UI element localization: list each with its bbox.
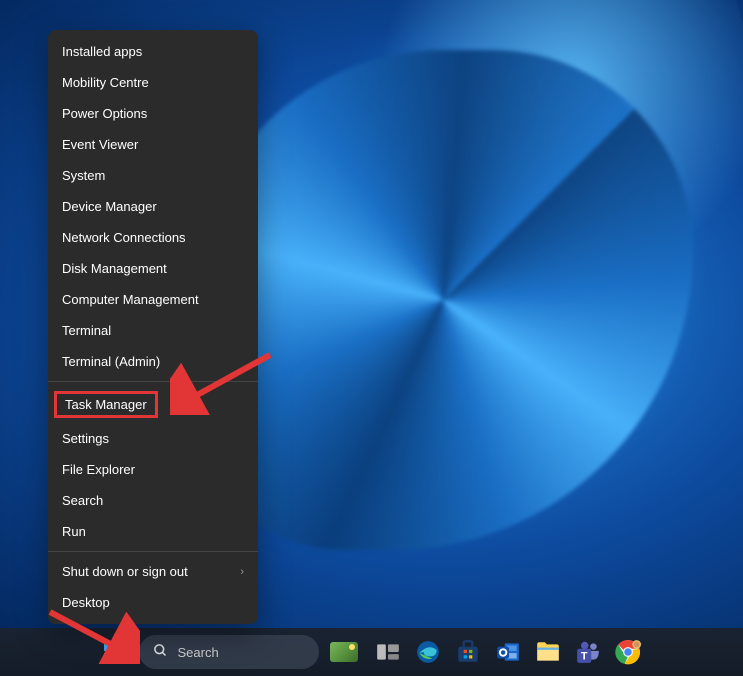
- file-explorer-icon[interactable]: [529, 633, 567, 671]
- search-icon: [153, 643, 168, 661]
- menu-item-terminal[interactable]: Terminal: [48, 315, 258, 346]
- taskbar-search[interactable]: Search: [139, 635, 319, 669]
- menu-separator: [48, 551, 258, 552]
- windows-logo-icon: [104, 641, 126, 663]
- menu-item-label: Desktop: [62, 595, 110, 610]
- start-button[interactable]: [97, 634, 133, 670]
- menu-item-label: Shut down or sign out: [62, 564, 188, 579]
- menu-item-computer-management[interactable]: Computer Management: [48, 284, 258, 315]
- menu-item-device-manager[interactable]: Device Manager: [48, 191, 258, 222]
- microsoft-store-icon[interactable]: [449, 633, 487, 671]
- menu-item-label: Terminal (Admin): [62, 354, 160, 369]
- menu-item-label: Settings: [62, 431, 109, 446]
- menu-item-installed-apps[interactable]: Installed apps: [48, 36, 258, 67]
- menu-item-label: Terminal: [62, 323, 111, 338]
- menu-item-power-options[interactable]: Power Options: [48, 98, 258, 129]
- menu-item-search[interactable]: Search: [48, 485, 258, 516]
- menu-item-file-explorer[interactable]: File Explorer: [48, 454, 258, 485]
- teams-icon[interactable]: T: [569, 633, 607, 671]
- menu-item-label: Run: [62, 524, 86, 539]
- chrome-icon[interactable]: [609, 633, 647, 671]
- chevron-right-icon: ›: [240, 566, 244, 578]
- menu-item-label: Event Viewer: [62, 137, 138, 152]
- edge-icon[interactable]: [409, 633, 447, 671]
- menu-item-label: Power Options: [62, 106, 147, 121]
- menu-item-task-manager[interactable]: Task Manager: [48, 386, 258, 423]
- menu-item-label: Device Manager: [62, 199, 157, 214]
- menu-item-label: Computer Management: [62, 292, 199, 307]
- svg-text:T: T: [580, 651, 587, 663]
- menu-item-run[interactable]: Run: [48, 516, 258, 547]
- winx-context-menu: Installed apps Mobility Centre Power Optio…: [48, 30, 258, 624]
- taskbar: Search T: [0, 628, 743, 676]
- menu-item-network-connections[interactable]: Network Connections: [48, 222, 258, 253]
- menu-item-label: Disk Management: [62, 261, 167, 276]
- task-view-icon[interactable]: [369, 633, 407, 671]
- menu-item-desktop[interactable]: Desktop: [48, 587, 258, 618]
- menu-item-disk-management[interactable]: Disk Management: [48, 253, 258, 284]
- menu-item-label: Search: [62, 493, 103, 508]
- menu-item-label: File Explorer: [62, 462, 135, 477]
- menu-item-label: Installed apps: [62, 44, 142, 59]
- menu-item-system[interactable]: System: [48, 160, 258, 191]
- menu-item-label: System: [62, 168, 105, 183]
- menu-separator: [48, 381, 258, 382]
- outlook-icon[interactable]: [489, 633, 527, 671]
- menu-item-terminal-admin[interactable]: Terminal (Admin): [48, 346, 258, 377]
- widgets-button[interactable]: [325, 633, 363, 671]
- menu-item-event-viewer[interactable]: Event Viewer: [48, 129, 258, 160]
- menu-item-mobility-centre[interactable]: Mobility Centre: [48, 67, 258, 98]
- menu-item-label: Task Manager: [54, 391, 158, 418]
- weather-icon: [330, 642, 358, 662]
- search-placeholder: Search: [178, 645, 219, 660]
- menu-item-label: Mobility Centre: [62, 75, 149, 90]
- menu-item-label: Network Connections: [62, 230, 186, 245]
- menu-item-settings[interactable]: Settings: [48, 423, 258, 454]
- menu-item-shutdown[interactable]: Shut down or sign out ›: [48, 556, 258, 587]
